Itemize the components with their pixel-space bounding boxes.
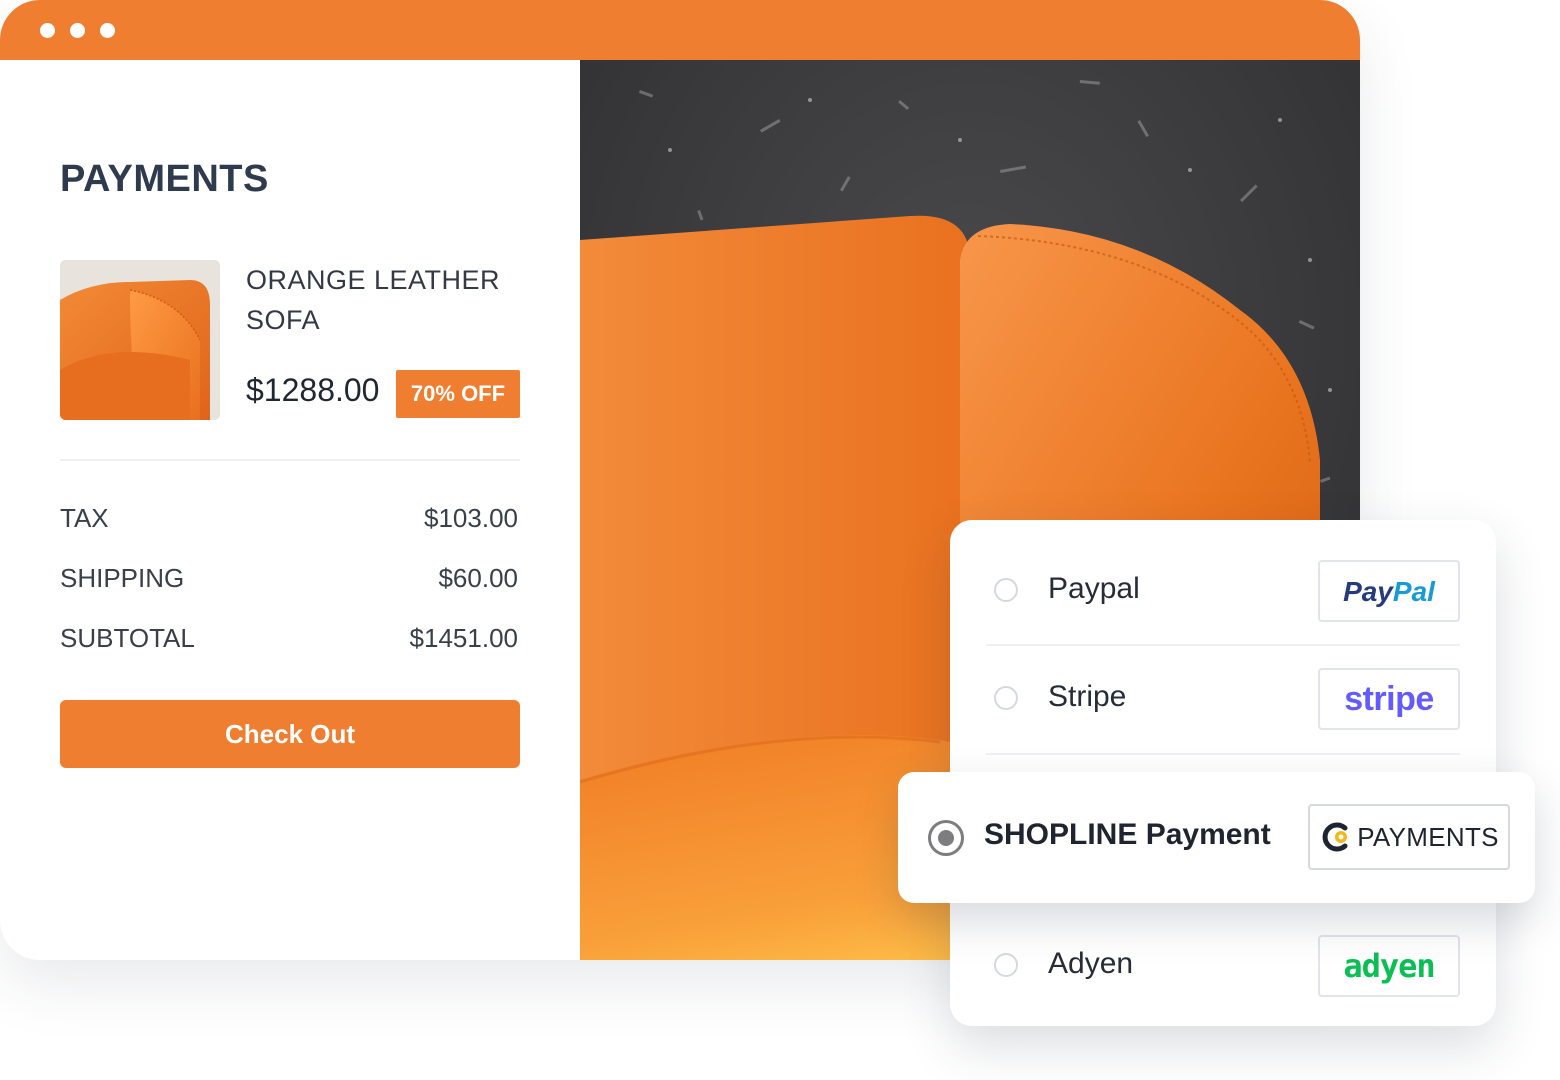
window-dot-icon[interactable] bbox=[70, 23, 85, 38]
paypal-logo-icon: PayPal bbox=[1318, 560, 1460, 622]
window-dot-icon[interactable] bbox=[40, 23, 55, 38]
divider bbox=[986, 644, 1460, 646]
window-titlebar bbox=[0, 0, 1360, 60]
radio-button-selected-icon[interactable] bbox=[928, 820, 964, 856]
adyen-logo-icon: adyen bbox=[1318, 935, 1460, 997]
checkout-button[interactable]: Check Out bbox=[60, 700, 520, 768]
window-dot-icon[interactable] bbox=[100, 23, 115, 38]
summary-value: $103.00 bbox=[424, 502, 518, 533]
divider bbox=[60, 459, 520, 461]
summary-row-subtotal: SUBTOTAL $1451.00 bbox=[60, 618, 518, 658]
payment-option-label: Paypal bbox=[1048, 572, 1140, 605]
product-price: $1288.00 bbox=[246, 372, 380, 408]
summary-label: SHIPPING bbox=[60, 562, 185, 593]
summary-value: $1451.00 bbox=[409, 622, 518, 653]
summary-row-tax: TAX $103.00 bbox=[60, 498, 518, 538]
summary-label: SUBTOTAL bbox=[60, 622, 195, 653]
page-title: PAYMENTS bbox=[60, 158, 269, 200]
product-name: ORANGE LEATHER SOFA bbox=[246, 265, 501, 335]
summary-value: $60.00 bbox=[438, 562, 518, 593]
payment-option-shopline[interactable]: SHOPLINE Payment PAYMENTS bbox=[898, 772, 1535, 903]
product-thumbnail[interactable] bbox=[60, 260, 220, 420]
radio-button-icon[interactable] bbox=[994, 686, 1018, 710]
adyen-logo-text: adyen bbox=[1343, 947, 1435, 985]
shopline-mark-icon bbox=[1322, 822, 1348, 852]
shopline-logo-text: PAYMENTS bbox=[1357, 821, 1499, 852]
payment-option-label: Adyen bbox=[1048, 947, 1134, 980]
discount-badge: 70% OFF bbox=[396, 370, 520, 418]
shopline-logo-icon: PAYMENTS bbox=[1308, 804, 1510, 870]
svg-text:PayPal: PayPal bbox=[1343, 576, 1436, 607]
radio-button-icon[interactable] bbox=[994, 578, 1018, 602]
payment-option-paypal[interactable]: Paypal PayPal bbox=[950, 540, 1496, 640]
checkout-panel: PAYMENTS ORANGE LEATHER SOFA $1288.00 70… bbox=[0, 60, 580, 960]
summary-label: TAX bbox=[60, 502, 109, 533]
payment-option-label: SHOPLINE Payment bbox=[984, 818, 1271, 851]
stripe-logo-text: stripe bbox=[1344, 679, 1434, 718]
payment-option-label: Stripe bbox=[1048, 680, 1127, 713]
payment-option-adyen[interactable]: Adyen adyen bbox=[950, 915, 1496, 1015]
radio-button-icon[interactable] bbox=[994, 953, 1018, 977]
summary-row-shipping: SHIPPING $60.00 bbox=[60, 558, 518, 598]
divider bbox=[986, 753, 1460, 755]
stripe-logo-icon: stripe bbox=[1318, 668, 1460, 730]
payment-option-stripe[interactable]: Stripe stripe bbox=[950, 648, 1496, 748]
